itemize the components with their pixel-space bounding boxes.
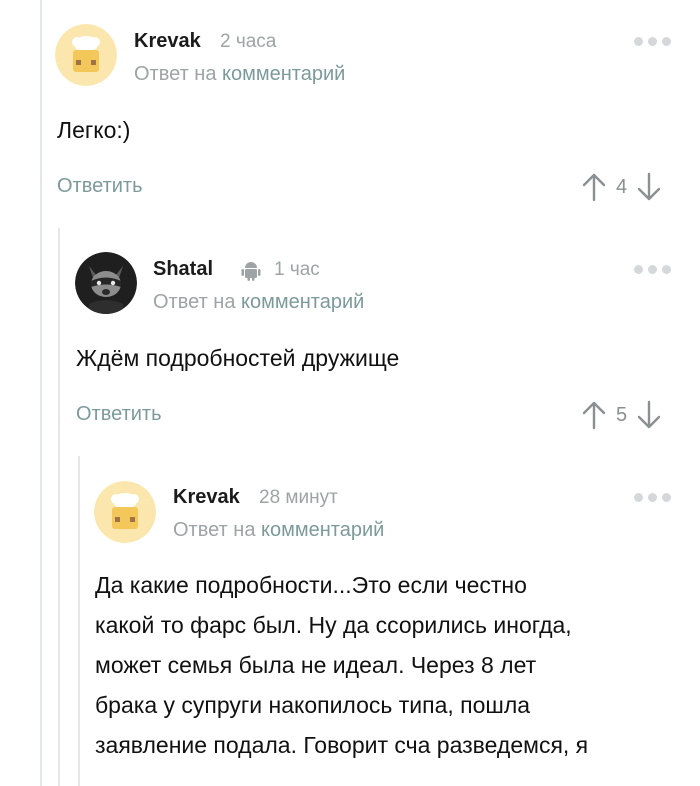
chef-avatar-icon: [55, 24, 117, 86]
more-dots-icon[interactable]: [634, 265, 671, 274]
avatar[interactable]: [75, 252, 137, 314]
reply-to: Ответ на комментарий: [134, 63, 345, 86]
reply-to-link[interactable]: комментарий: [261, 519, 384, 541]
vote-controls: 5: [582, 400, 661, 430]
comment-text-line: брака у супруги накопилось типа, пошла: [95, 692, 531, 718]
comment-author[interactable]: Krevak: [134, 30, 201, 53]
comment-text: Да какие подробности...Это если честно к…: [95, 565, 588, 765]
avatar[interactable]: [94, 481, 156, 543]
comment-time: 1 час: [274, 259, 320, 280]
reply-to: Ответ на комментарий: [173, 519, 384, 542]
reply-button[interactable]: Ответить: [57, 175, 143, 198]
comment-text-line: Да какие подробности...Это если честно: [95, 572, 527, 598]
rating-value: 4: [616, 175, 628, 198]
comment-author[interactable]: Shatal: [153, 258, 213, 281]
more-dots-icon[interactable]: [634, 37, 671, 46]
reply-to-link[interactable]: комментарий: [222, 63, 345, 85]
vote-controls: 4: [582, 172, 661, 202]
reply-to: Ответ на комментарий: [153, 291, 364, 314]
reply-to-prefix: Ответ на: [153, 291, 236, 313]
arrow-down-icon[interactable]: [637, 172, 661, 202]
rating-value: 5: [616, 403, 628, 426]
comment-time: 2 часа: [220, 31, 277, 52]
comment-author[interactable]: Krevak: [173, 486, 240, 509]
chef-avatar-icon: [94, 481, 156, 543]
avatar[interactable]: [55, 24, 117, 86]
comment-text-line: заявление подала. Говорит сча разведемся…: [95, 732, 589, 758]
comment-text: Легко:): [57, 117, 131, 143]
comment-text-line: может семья была не идеал. Через 8 лет: [95, 652, 537, 678]
comment-text: Ждём подробностей дружище: [76, 345, 400, 371]
thread-line: [78, 456, 80, 786]
arrow-down-icon[interactable]: [637, 400, 661, 430]
arrow-up-icon[interactable]: [582, 172, 606, 202]
reply-to-prefix: Ответ на: [173, 519, 256, 541]
raccoon-avatar-icon: [75, 252, 137, 314]
comment-text-line: какой то фарс был. Ну да ссорились иногд…: [95, 612, 572, 638]
more-dots-icon[interactable]: [634, 493, 671, 502]
reply-button[interactable]: Ответить: [76, 403, 162, 426]
thread-line: [58, 228, 60, 786]
reply-to-link[interactable]: комментарий: [241, 291, 364, 313]
arrow-up-icon[interactable]: [582, 400, 606, 430]
reply-to-prefix: Ответ на: [134, 63, 217, 85]
comment-time: 28 минут: [259, 487, 338, 508]
thread-line: [40, 0, 42, 786]
android-icon: [241, 262, 261, 281]
